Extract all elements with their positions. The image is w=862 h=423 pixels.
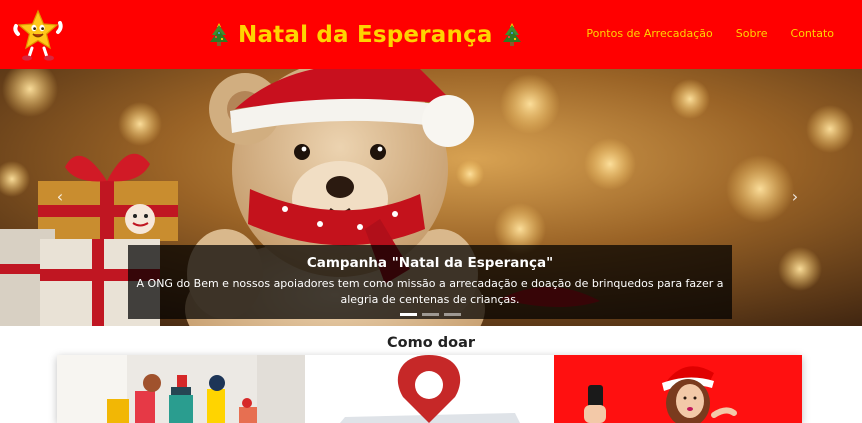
hero-carousel: ‹ › Campanha "Natal da Esperança" A ONG …: [0, 69, 862, 326]
section-title-como-doar: Como doar: [387, 335, 475, 351]
carousel-next-button[interactable]: ›: [780, 181, 810, 211]
carousel-indicator-3[interactable]: [444, 313, 461, 316]
nav-link-pontos-de-arrecadacao[interactable]: Pontos de Arrecadação: [586, 27, 712, 40]
nav-link-contato[interactable]: Contato: [791, 27, 834, 40]
carousel-indicator-2[interactable]: [422, 313, 439, 316]
card-location-image[interactable]: [305, 355, 554, 423]
brand[interactable]: Natal da Esperança: [208, 18, 523, 52]
card-toys-image[interactable]: [57, 355, 306, 423]
main-nav: Pontos de Arrecadação Sobre Contato: [586, 27, 834, 40]
carousel-indicator-1[interactable]: [400, 313, 417, 316]
christmas-tree-icon-right: [502, 23, 521, 46]
carousel-prev-button[interactable]: ‹: [45, 181, 75, 211]
nav-link-sobre[interactable]: Sobre: [736, 27, 768, 40]
chevron-right-icon: ›: [791, 186, 799, 206]
como-doar-cards: [57, 355, 802, 423]
brand-title: Natal da Esperança: [238, 22, 493, 48]
caption-title: Campanha "Natal da Esperança": [306, 255, 554, 271]
site-header: Natal da Esperança Pontos de Arrecadação…: [0, 0, 862, 69]
card-phone-girl-image[interactable]: [553, 355, 802, 423]
carousel-indicators: [400, 313, 461, 316]
carousel-caption: Campanha "Natal da Esperança" A ONG do B…: [128, 245, 732, 319]
star-mascot-logo-icon[interactable]: [12, 8, 64, 62]
chevron-left-icon: ‹: [56, 186, 64, 206]
christmas-tree-icon-left: [210, 23, 228, 46]
caption-text: A ONG do Bem e nossos apoiadores tem com…: [136, 277, 724, 306]
